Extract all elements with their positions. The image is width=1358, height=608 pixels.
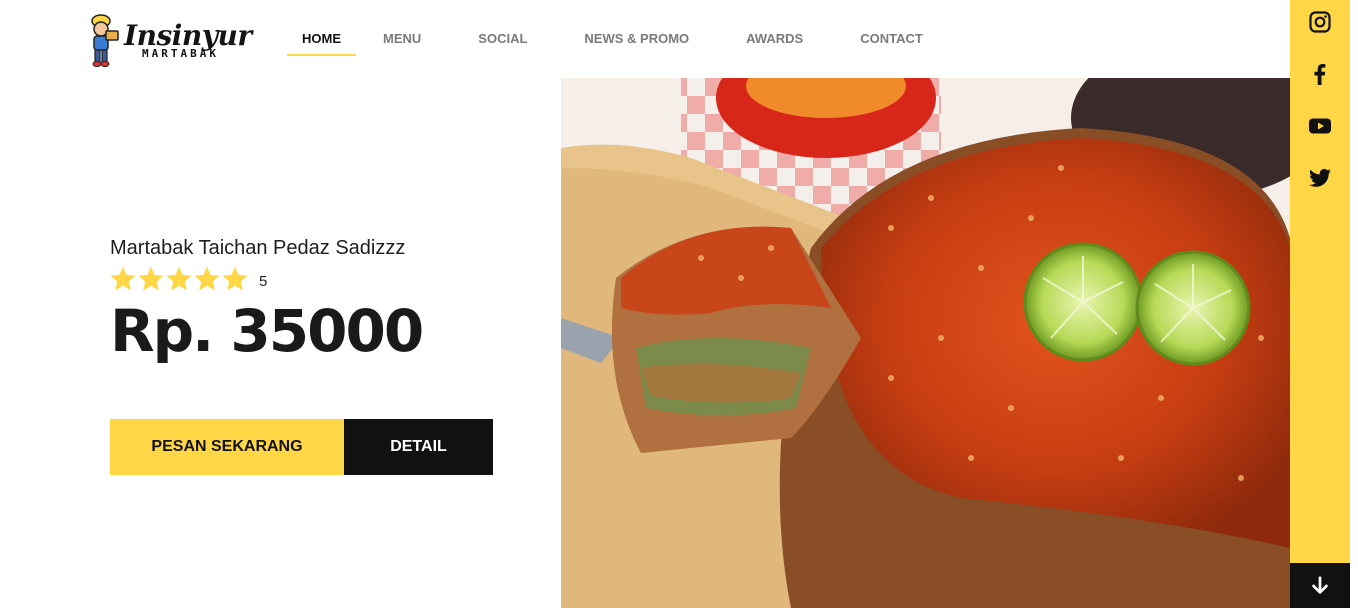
instagram-icon[interactable] (1308, 10, 1332, 34)
scroll-down-button[interactable] (1290, 563, 1350, 608)
mascot-icon (86, 13, 120, 67)
nav-news-promo[interactable]: NEWS & PROMO (584, 22, 689, 56)
product-name: Martabak Taichan Pedaz Sadizzz (110, 237, 406, 259)
detail-button[interactable]: DETAIL (344, 419, 493, 475)
nav-menu[interactable]: MENU (383, 22, 421, 56)
product-price: Rp. 35000 (110, 297, 424, 365)
twitter-icon[interactable] (1308, 166, 1332, 190)
brand-title: Insinyur (124, 18, 252, 52)
star-icon (166, 266, 192, 291)
order-now-button[interactable]: PESAN SEKARANG (110, 419, 344, 475)
brand-logo[interactable]: Insinyur MARTABAK (86, 12, 252, 68)
star-icon (222, 266, 248, 291)
nav-awards[interactable]: AWARDS (746, 22, 803, 56)
arrow-down-icon (1312, 575, 1328, 594)
rating-value: 5 (259, 272, 268, 290)
martabak-illustration (561, 78, 1290, 608)
nav-contact[interactable]: CONTACT (860, 22, 923, 56)
nav-social[interactable]: SOCIAL (478, 22, 527, 56)
brand-subtitle: MARTABAK (142, 46, 219, 60)
facebook-icon[interactable] (1308, 62, 1332, 86)
product-image (561, 78, 1290, 608)
star-icon (110, 266, 136, 291)
star-icon (194, 266, 220, 291)
star-icon (138, 266, 164, 291)
brand-wordmark: Insinyur MARTABAK (124, 18, 252, 60)
nav-home[interactable]: HOME (287, 22, 356, 56)
product-rating: 5 (109, 265, 267, 293)
youtube-icon[interactable] (1308, 114, 1332, 138)
social-sidebar (1290, 0, 1350, 563)
main-nav: HOME MENU SOCIAL NEWS & PROMO AWARDS CON… (287, 22, 923, 56)
